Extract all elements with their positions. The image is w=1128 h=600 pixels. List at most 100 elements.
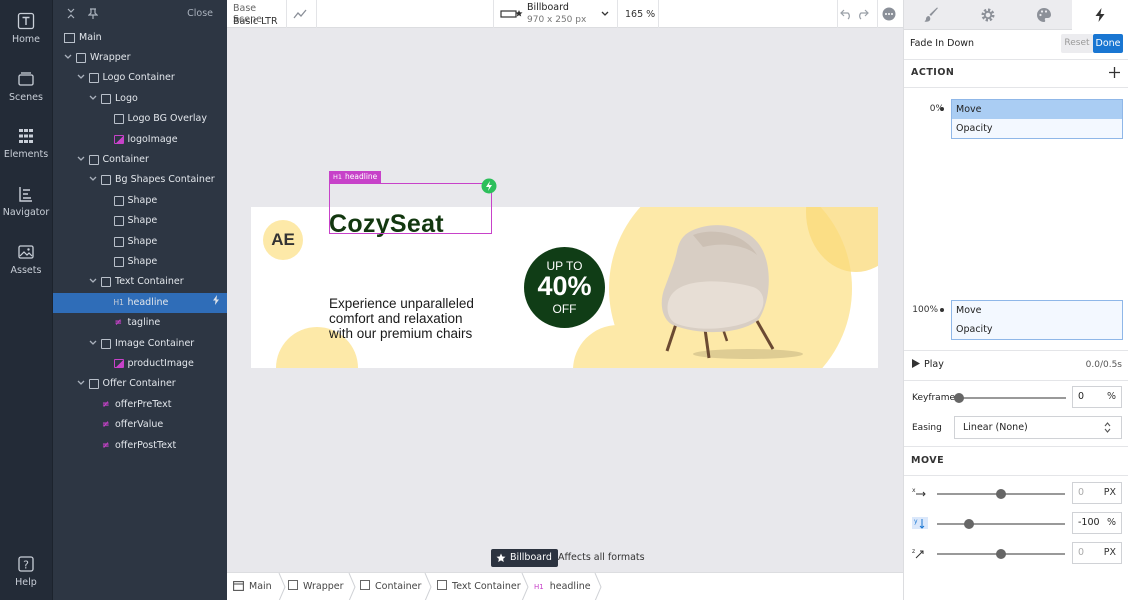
breadcrumb-headline[interactable]: H1 headline [534,573,591,600]
animation-bolt-icon[interactable] [481,178,497,194]
chevron-down-icon[interactable] [88,272,98,292]
animation-bolt-icon[interactable] [212,293,220,313]
layer-row[interactable]: ≠ tagline [53,313,228,333]
selection-label[interactable]: H1 headline [329,171,382,183]
slider-knob[interactable] [954,393,964,403]
divider [904,350,1128,351]
keyframe-field-label: Keyframe [912,393,956,403]
redo-icon[interactable] [856,8,869,20]
layer-row[interactable]: Text Container [53,272,228,292]
undo-icon[interactable] [840,8,853,20]
layer-row[interactable]: Logo BG Overlay [53,109,228,129]
breadcrumb-wrapper[interactable]: Wrapper [288,573,344,600]
keyframe-action-move[interactable]: Move [952,100,1122,119]
layer-row[interactable]: ≠ offerValue [53,415,228,435]
more-options-icon[interactable] [882,7,896,21]
palette-icon [1037,8,1051,22]
done-button[interactable]: Done [1093,34,1123,53]
layer-row[interactable]: Shape [53,232,228,252]
layers-header: Close [53,0,227,28]
move-slider[interactable] [937,519,1065,529]
chevron-down-icon[interactable] [76,374,86,394]
rail-home[interactable]: Home [0,12,52,45]
play-button[interactable]: Play [912,355,944,375]
layer-row[interactable]: Shape [53,191,228,211]
move-value-input[interactable]: 0 PX [1072,482,1122,504]
tab-style[interactable] [904,0,960,30]
collapse-all-icon[interactable] [66,8,76,19]
offer-badge[interactable]: UP TO 40% OFF [524,247,605,328]
layer-row[interactable]: Bg Shapes Container [53,170,228,190]
keyframe-end-block[interactable]: Move Opacity [951,300,1123,340]
format-badge[interactable]: Billboard [491,549,558,567]
layer-row[interactable]: Container [53,150,228,170]
keyframe-slider[interactable] [954,393,1066,403]
layer-row[interactable]: H1 headline [53,292,228,313]
rail-help[interactable]: ? Help [0,555,52,588]
armchair-product-image[interactable] [653,221,813,361]
breadcrumb-separator-icon [348,573,356,600]
rail-scenes[interactable]: Scenes [0,70,52,103]
layer-row[interactable]: Logo Container [53,68,228,88]
zoom-level[interactable]: 165 % [625,9,655,20]
chevron-down-icon[interactable] [88,334,98,354]
breadcrumb-main[interactable]: Main [233,573,272,600]
slider-knob[interactable] [964,519,974,529]
layer-row[interactable]: Logo [53,89,228,109]
chevron-down-icon[interactable] [88,89,98,109]
banner-tagline[interactable]: Experience unparalleled comfort and rela… [329,296,474,341]
animation-name: Fade In Down [910,38,975,49]
move-value-input[interactable]: 0 PX [1072,542,1122,564]
tab-palette[interactable] [1016,0,1072,30]
keyframe-action-opacity[interactable]: Opacity [952,320,1122,339]
layers-close-button[interactable]: Close [187,8,213,19]
rail-elements-label: Elements [3,149,49,160]
easing-select[interactable]: Linear (None) [954,416,1122,439]
breadcrumb: Main Wrapper Container Text Container H1… [227,572,903,600]
logo-badge[interactable]: AE [263,220,303,260]
layer-row[interactable]: Shape [53,211,228,231]
timeline-chart-icon[interactable] [293,8,308,20]
layer-row[interactable]: Shape [53,252,228,272]
pin-icon[interactable] [88,8,98,19]
layer-row-main[interactable]: Main [53,28,228,48]
scene-selector[interactable]: Base Scene Basic LTR [233,2,288,27]
tab-settings[interactable] [960,0,1016,30]
chevron-down-icon[interactable] [76,68,86,88]
keyframe-action-move[interactable]: Move [952,301,1122,320]
slider-knob[interactable] [996,549,1006,559]
format-selector[interactable]: Billboard 970 x 250 px [495,0,617,28]
rail-elements[interactable]: Elements [0,127,52,160]
move-slider[interactable] [937,489,1065,499]
rail-assets[interactable]: Assets [0,243,52,276]
chevron-down-icon[interactable] [63,48,73,68]
layer-row[interactable]: ≠ offerPostText [53,436,228,456]
move-slider[interactable] [937,549,1065,559]
checkbox-icon [437,580,447,590]
layer-row[interactable]: Image Container [53,334,228,354]
keyframe-action-opacity[interactable]: Opacity [952,119,1122,138]
layer-row[interactable]: logoImage [53,130,228,150]
divider [286,0,287,28]
reset-button[interactable]: Reset [1061,34,1093,53]
tab-animation[interactable] [1072,0,1128,31]
layer-row[interactable]: ≠ offerPreText [53,395,228,415]
move-section-title: MOVE [911,455,945,466]
breadcrumb-container[interactable]: Container [360,573,421,600]
slider-knob[interactable] [996,489,1006,499]
rail-navigator[interactable]: Navigator [0,185,52,218]
layer-row[interactable]: Wrapper [53,48,228,68]
layer-row[interactable]: productImage [53,354,228,374]
format-title: Billboard [527,2,569,13]
checkbox-icon [113,216,124,227]
chevron-down-icon[interactable] [76,150,86,170]
keyframe-start-block[interactable]: Move Opacity [951,99,1123,139]
move-value-input[interactable]: -100% [1072,512,1122,534]
keyframe-input[interactable]: 0% [1072,386,1122,408]
selection-box[interactable] [329,183,492,234]
chevron-down-icon[interactable] [88,170,98,190]
move-value: 0 [1078,487,1085,498]
layer-row[interactable]: Offer Container [53,374,228,394]
add-icon[interactable] [1109,67,1120,78]
breadcrumb-text-container[interactable]: Text Container [437,573,521,600]
